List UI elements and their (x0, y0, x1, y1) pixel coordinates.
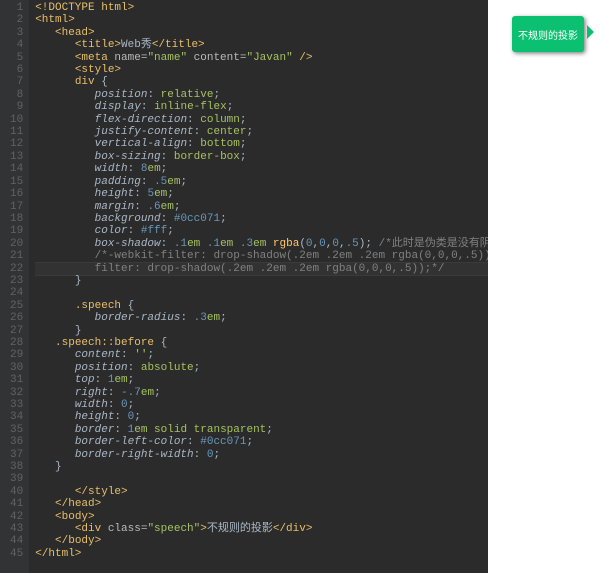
code-line[interactable] (35, 287, 488, 299)
code-line[interactable]: </html> (35, 548, 488, 560)
line-number: 25 (10, 300, 23, 312)
code-line[interactable]: color: #fff; (35, 225, 488, 237)
line-number: 24 (10, 287, 23, 299)
code-line[interactable]: position: relative; (35, 89, 488, 101)
code-line[interactable]: height: 5em; (35, 188, 488, 200)
line-number: 45 (10, 548, 23, 560)
line-number: 3 (10, 27, 23, 39)
line-number: 16 (10, 188, 23, 200)
line-number: 14 (10, 163, 23, 175)
line-number: 30 (10, 362, 23, 374)
speech-bubble-text: 不规则的投影 (517, 27, 579, 42)
line-number: 40 (10, 486, 23, 498)
line-number: 44 (10, 535, 23, 547)
code-line[interactable]: width: 0; (35, 399, 488, 411)
line-number-gutter: 1234567891011121314151617181920212223242… (0, 0, 29, 573)
line-number: 15 (10, 176, 23, 188)
line-number: 17 (10, 201, 23, 213)
code-line[interactable]: box-sizing: border-box; (35, 151, 488, 163)
code-line[interactable]: <div class="speech">不规则的投影</div> (35, 523, 488, 535)
code-line[interactable]: width: 8em; (35, 163, 488, 175)
line-number: 32 (10, 387, 23, 399)
code-line[interactable]: border: 1em solid transparent; (35, 424, 488, 436)
code-line[interactable]: <!DOCTYPE html> (35, 2, 488, 14)
code-line[interactable]: /*-webkit-filter: drop-shadow(.2em .2em … (35, 250, 488, 262)
line-number: 39 (10, 473, 23, 485)
line-number: 12 (10, 138, 23, 150)
code-line[interactable]: <body> (35, 511, 488, 523)
line-number: 21 (10, 250, 23, 262)
code-line[interactable]: right: -.7em; (35, 387, 488, 399)
code-line[interactable]: height: 0; (35, 411, 488, 423)
code-line[interactable]: box-shadow: .1em .1em .3em rgba(0,0,0,.5… (35, 238, 488, 250)
code-line[interactable]: <style> (35, 64, 488, 76)
code-line[interactable]: </style> (35, 486, 488, 498)
code-line[interactable]: <meta name="name" content="Javan" /> (35, 52, 488, 64)
code-line[interactable]: padding: .5em; (35, 176, 488, 188)
line-number: 38 (10, 461, 23, 473)
code-line[interactable]: margin: .6em; (35, 201, 488, 213)
line-number: 4 (10, 39, 23, 51)
code-line[interactable]: <head> (35, 27, 488, 39)
line-number: 18 (10, 213, 23, 225)
code-line[interactable] (35, 473, 488, 485)
code-line[interactable]: .speech::before { (35, 337, 488, 349)
code-line[interactable]: vertical-align: bottom; (35, 138, 488, 150)
line-number: 27 (10, 325, 23, 337)
code-line[interactable]: } (35, 275, 488, 287)
code-line[interactable]: top: 1em; (35, 374, 488, 386)
preview-pane: 不规则的投影 (488, 0, 600, 573)
line-number: 35 (10, 424, 23, 436)
code-line[interactable]: } (35, 325, 488, 337)
code-line[interactable]: </body> (35, 535, 488, 547)
line-number: 28 (10, 337, 23, 349)
code-line[interactable]: </head> (35, 498, 488, 510)
line-number: 23 (10, 275, 23, 287)
line-number: 20 (10, 238, 23, 250)
code-line[interactable]: flex-direction: column; (35, 114, 488, 126)
line-number: 6 (10, 64, 23, 76)
code-line[interactable]: <title>Web秀</title> (35, 39, 488, 51)
speech-bubble: 不规则的投影 (512, 16, 584, 52)
code-area[interactable]: <!DOCTYPE html><html> <head> <title>Web秀… (29, 0, 488, 573)
line-number: 2 (10, 14, 23, 26)
code-line[interactable]: justify-content: center; (35, 126, 488, 138)
line-number: 7 (10, 76, 23, 88)
code-line[interactable]: <html> (35, 14, 488, 26)
line-number: 33 (10, 399, 23, 411)
code-line[interactable]: filter: drop-shadow(.2em .2em .2em rgba(… (35, 262, 488, 276)
line-number: 22 (10, 263, 23, 275)
code-line[interactable]: .speech { (35, 300, 488, 312)
code-line[interactable]: content: ''; (35, 349, 488, 361)
line-number: 43 (10, 523, 23, 535)
line-number: 1 (10, 2, 23, 14)
code-line[interactable]: display: inline-flex; (35, 101, 488, 113)
line-number: 42 (10, 511, 23, 523)
code-line[interactable]: position: absolute; (35, 362, 488, 374)
line-number: 26 (10, 312, 23, 324)
code-line[interactable]: } (35, 461, 488, 473)
line-number: 29 (10, 349, 23, 361)
line-number: 36 (10, 436, 23, 448)
line-number: 11 (10, 126, 23, 138)
line-number: 13 (10, 151, 23, 163)
code-line[interactable]: div { (35, 76, 488, 88)
line-number: 10 (10, 114, 23, 126)
line-number: 5 (10, 52, 23, 64)
line-number: 9 (10, 101, 23, 113)
line-number: 8 (10, 89, 23, 101)
line-number: 31 (10, 374, 23, 386)
line-number: 37 (10, 449, 23, 461)
code-line[interactable]: border-right-width: 0; (35, 449, 488, 461)
line-number: 34 (10, 411, 23, 423)
code-line[interactable]: border-radius: .3em; (35, 312, 488, 324)
code-editor[interactable]: 1234567891011121314151617181920212223242… (0, 0, 488, 573)
line-number: 19 (10, 225, 23, 237)
code-line[interactable]: background: #0cc071; (35, 213, 488, 225)
line-number: 41 (10, 498, 23, 510)
code-line[interactable]: border-left-color: #0cc071; (35, 436, 488, 448)
